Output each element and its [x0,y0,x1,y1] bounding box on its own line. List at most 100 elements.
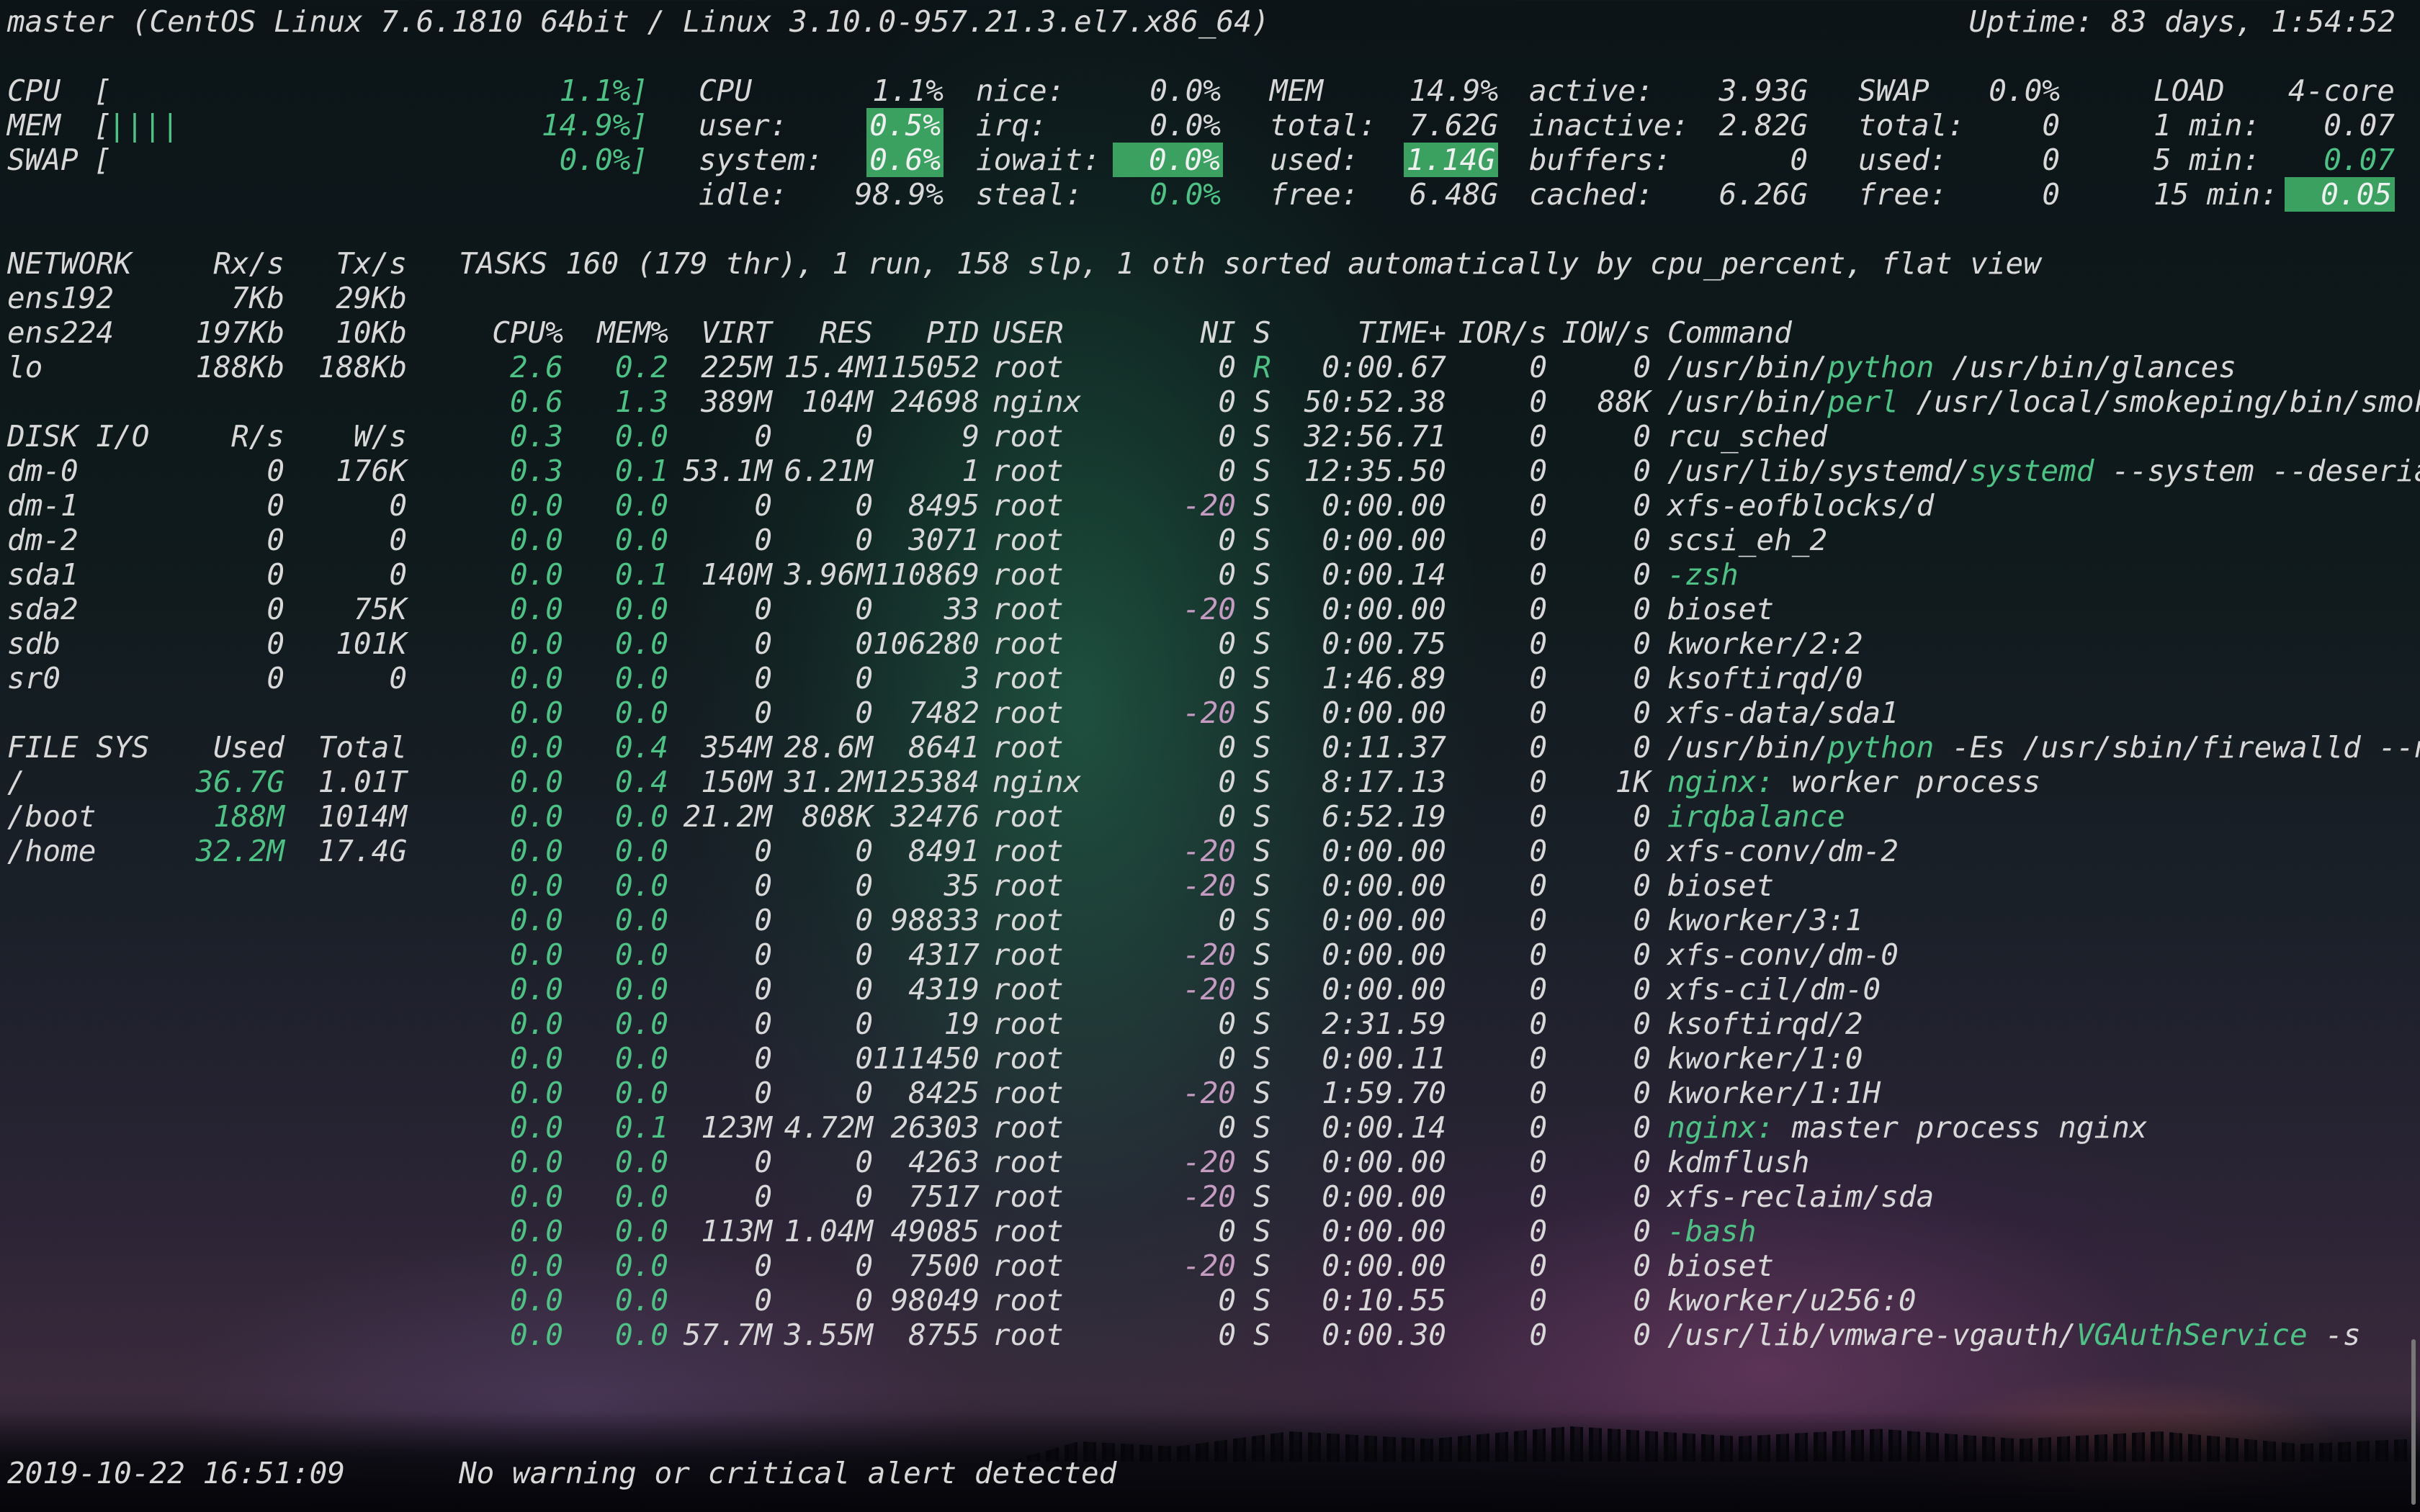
uptime: Uptime: 83 days, 1:54:52 [1968,4,2396,39]
swap-free-value: 0 [2042,177,2060,212]
proc-ior: 0 [1529,730,1547,765]
proc-time: 0:00.00 [1322,488,1446,523]
col-header-mem[interactable]: MEM% [576,315,668,350]
proc-ior: 0 [1529,1110,1547,1145]
proc-res: 28.6M [784,730,873,765]
proc-iow: 0 [1633,1145,1651,1179]
cpu-iowait-value: 0.0% [1113,143,1223,177]
proc-iow: 0 [1633,1110,1651,1145]
proc-mem: 0.0 [614,937,668,972]
proc-virt: 389M [701,384,772,419]
proc-nice: 0 [1218,1041,1236,1076]
col-header-command[interactable]: Command [1667,315,1792,350]
proc-ior: 0 [1529,834,1547,868]
proc-nice: 0 [1218,384,1236,419]
swap-used-value: 0 [2042,143,2060,177]
proc-res: 0 [855,523,873,557]
proc-time: 0:00.00 [1322,523,1446,557]
col-header-iow[interactable]: IOW/s [1549,315,1651,350]
load-1min-value: 0.07 [2323,108,2395,143]
proc-iow: 0 [1633,1214,1651,1248]
proc-status: S [1253,419,1271,454]
col-header-time[interactable]: TIME+ [1282,315,1446,350]
proc-iow: 0 [1633,1318,1651,1352]
col-header-s[interactable]: S [1253,315,1271,350]
load-5min-value: 0.07 [2323,143,2395,177]
col-header-res[interactable]: RES [778,315,873,350]
proc-command: kworker/2:2 [1667,626,1863,661]
proc-nice: -20 [1182,972,1236,1007]
proc-command: scsi_eh_2 [1667,523,1827,557]
col-header-pid[interactable]: PID [871,315,980,350]
command-path: xfs-cil/dm-0 [1667,972,1881,1007]
proc-mem: 0.0 [614,1318,668,1352]
proc-res: 15.4M [784,350,873,384]
proc-time: 1:59.70 [1322,1076,1446,1110]
cpu-steal-label: steal: [976,177,1083,212]
proc-nice: -20 [1182,937,1236,972]
proc-mem: 0.0 [614,523,668,557]
quicklook-mem-bar: |||| [108,108,179,143]
proc-virt: 0 [754,592,772,626]
proc-virt: 21.2M [683,799,772,834]
cpu-steal-value: 0.0% [1150,177,1221,212]
proc-virt: 0 [754,1076,772,1110]
proc-nice: -20 [1182,696,1236,730]
proc-iow: 0 [1633,626,1651,661]
proc-res: 0 [855,592,873,626]
proc-virt: 150M [701,765,772,799]
col-header-ior[interactable]: IOR/s [1440,315,1547,350]
command-path: kdmflush [1667,1145,1810,1179]
proc-virt: 0 [754,1179,772,1214]
proc-user: root [992,419,1064,454]
network-tx-value: 29Kb [336,281,407,315]
proc-nice: -20 [1182,834,1236,868]
proc-nice: 0 [1218,419,1236,454]
command-args: master process nginx [1774,1110,2148,1145]
proc-user: nginx [992,765,1082,799]
proc-user: root [992,1283,1064,1318]
col-header-user[interactable]: USER [992,315,1064,350]
cpu-user-value: 0.5% [866,108,944,143]
proc-virt: 0 [754,868,772,903]
scrollbar[interactable] [2411,1339,2416,1505]
proc-res: 104M [802,384,873,419]
proc-mem: 0.0 [614,592,668,626]
proc-iow: 0 [1633,523,1651,557]
proc-time: 0:11.37 [1322,730,1446,765]
proc-time: 0:00.00 [1322,972,1446,1007]
proc-command: ksoftirqd/2 [1667,1007,1863,1041]
diskio-title: DISK I/O [7,419,150,454]
col-header-virt[interactable]: VIRT [677,315,772,350]
proc-res: 0 [855,1041,873,1076]
cpu-total: 1.1% [872,73,944,108]
proc-ior: 0 [1529,661,1547,696]
proc-nice: 0 [1218,903,1236,937]
quicklook-cpu-value: 1.1%] [559,73,648,108]
proc-pid: 115052 [872,350,980,384]
command-args: /usr/bin/glances [1934,350,2236,384]
proc-ior: 0 [1529,350,1547,384]
proc-virt: 0 [754,937,772,972]
network-title: NETWORK [7,246,132,281]
proc-user: root [992,1110,1064,1145]
col-header-cpu[interactable]: CPU% [461,315,563,350]
proc-iow: 0 [1633,696,1651,730]
col-header-ni[interactable]: NI [1167,315,1236,350]
proc-status: S [1253,384,1271,419]
proc-pid: 125384 [872,765,980,799]
proc-res: 0 [855,626,873,661]
proc-time: 0:00.00 [1322,868,1446,903]
cpu-nice-label: nice: [976,73,1065,108]
tasks-summary: TASKS 160 (179 thr), 1 run, 158 slp, 1 o… [459,246,2041,281]
proc-mem: 0.0 [614,488,668,523]
proc-mem: 0.0 [614,626,668,661]
proc-command: bioset [1667,1248,1774,1283]
proc-pid: 4263 [908,1145,980,1179]
proc-iow: 0 [1633,1041,1651,1076]
proc-mem: 0.0 [614,1214,668,1248]
proc-cpu: 0.3 [509,454,563,488]
cpu-idle-label: idle: [699,177,788,212]
quicklook-swap-value: 0.0%] [559,143,648,177]
disk-read-value: 0 [266,592,284,626]
